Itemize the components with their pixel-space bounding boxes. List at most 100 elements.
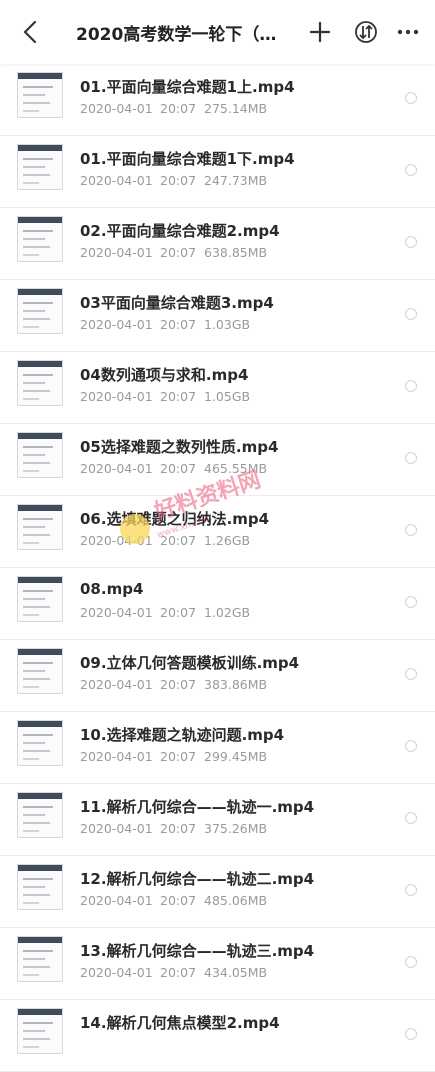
file-time: 20:07 bbox=[160, 389, 197, 404]
file-date: 2020-04-01 bbox=[80, 965, 153, 980]
select-checkbox[interactable] bbox=[405, 812, 417, 824]
file-name: 11.解析几何综合——轨迹一.mp4 bbox=[80, 798, 315, 816]
file-date: 2020-04-01 bbox=[80, 317, 153, 332]
file-date: 2020-04-01 bbox=[80, 821, 153, 836]
sort-button[interactable] bbox=[352, 18, 380, 46]
file-size: 1.03GB bbox=[204, 317, 251, 332]
file-time: 20:07 bbox=[160, 461, 197, 476]
select-checkbox[interactable] bbox=[405, 668, 417, 680]
select-checkbox[interactable] bbox=[405, 596, 417, 608]
file-time: 20:07 bbox=[160, 101, 197, 116]
folder-title: 2020高考数学一轮下（… bbox=[76, 25, 277, 45]
video-thumbnail bbox=[17, 72, 63, 118]
back-button[interactable] bbox=[14, 16, 46, 48]
file-row[interactable]: 10.选择难题之轨迹问题.mp4 2020-04-01 20:07 299.45… bbox=[0, 712, 435, 784]
file-time: 20:07 bbox=[160, 893, 197, 908]
select-checkbox[interactable] bbox=[405, 452, 417, 464]
file-size: 383.86MB bbox=[204, 677, 268, 692]
file-row[interactable]: 02.平面向量综合难题2.mp4 2020-04-01 20:07 638.85… bbox=[0, 208, 435, 280]
video-thumbnail bbox=[17, 432, 63, 478]
file-time: 20:07 bbox=[160, 245, 197, 260]
file-name: 09.立体几何答题模板训练.mp4 bbox=[80, 654, 300, 672]
file-name: 12.解析几何综合——轨迹二.mp4 bbox=[80, 870, 315, 888]
more-button[interactable] bbox=[394, 18, 422, 46]
file-row[interactable]: 03平面向量综合难题3.mp4 2020-04-01 20:07 1.03GB bbox=[0, 280, 435, 352]
file-date: 2020-04-01 bbox=[80, 749, 153, 764]
file-row[interactable]: 05选择难题之数列性质.mp4 2020-04-01 20:07 465.55M… bbox=[0, 424, 435, 496]
select-checkbox[interactable] bbox=[405, 1028, 417, 1040]
file-row[interactable]: 12.解析几何综合——轨迹二.mp4 2020-04-01 20:07 485.… bbox=[0, 856, 435, 928]
file-time: 20:07 bbox=[160, 317, 197, 332]
file-time: 20:07 bbox=[160, 605, 197, 620]
video-thumbnail bbox=[17, 288, 63, 334]
file-row[interactable]: 01.平面向量综合难题1上.mp4 2020-04-01 20:07 275.1… bbox=[0, 64, 435, 136]
file-size: 1.26GB bbox=[204, 533, 251, 548]
select-checkbox[interactable] bbox=[405, 740, 417, 752]
file-date: 2020-04-01 bbox=[80, 389, 153, 404]
file-size: 638.85MB bbox=[204, 245, 268, 260]
file-row[interactable]: 08.mp4 2020-04-01 20:07 1.02GB bbox=[0, 568, 435, 640]
file-name: 14.解析几何焦点模型2.mp4 bbox=[80, 1014, 280, 1032]
video-thumbnail bbox=[17, 936, 63, 982]
file-time: 20:07 bbox=[160, 965, 197, 980]
video-thumbnail bbox=[17, 864, 63, 910]
file-name: 13.解析几何综合——轨迹三.mp4 bbox=[80, 942, 315, 960]
file-name: 08.mp4 bbox=[80, 580, 144, 598]
file-time: 20:07 bbox=[160, 533, 197, 548]
file-name: 06.选填难题之归纳法.mp4 bbox=[80, 510, 270, 528]
file-row[interactable]: 06.选填难题之归纳法.mp4 2020-04-01 20:07 1.26GB bbox=[0, 496, 435, 568]
file-date: 2020-04-01 bbox=[80, 173, 153, 188]
file-date: 2020-04-01 bbox=[80, 605, 153, 620]
video-thumbnail bbox=[17, 720, 63, 766]
file-time: 20:07 bbox=[160, 821, 197, 836]
file-date: 2020-04-01 bbox=[80, 461, 153, 476]
video-thumbnail bbox=[17, 360, 63, 406]
file-row[interactable]: 11.解析几何综合——轨迹一.mp4 2020-04-01 20:07 375.… bbox=[0, 784, 435, 856]
file-date: 2020-04-01 bbox=[80, 101, 153, 116]
file-size: 299.45MB bbox=[204, 749, 268, 764]
file-row[interactable]: 09.立体几何答题模板训练.mp4 2020-04-01 20:07 383.8… bbox=[0, 640, 435, 712]
plus-icon bbox=[309, 21, 331, 43]
select-checkbox[interactable] bbox=[405, 956, 417, 968]
file-date: 2020-04-01 bbox=[80, 677, 153, 692]
file-name: 04数列通项与求和.mp4 bbox=[80, 366, 249, 384]
file-name: 05选择难题之数列性质.mp4 bbox=[80, 438, 279, 456]
video-thumbnail bbox=[17, 576, 63, 622]
file-list: 01.平面向量综合难题1上.mp4 2020-04-01 20:07 275.1… bbox=[0, 64, 435, 1072]
file-size: 247.73MB bbox=[204, 173, 268, 188]
file-row[interactable]: 13.解析几何综合——轨迹三.mp4 2020-04-01 20:07 434.… bbox=[0, 928, 435, 1000]
file-row[interactable]: 14.解析几何焦点模型2.mp4 bbox=[0, 1000, 435, 1072]
file-size: 375.26MB bbox=[204, 821, 268, 836]
file-size: 1.02GB bbox=[204, 605, 251, 620]
video-thumbnail bbox=[17, 792, 63, 838]
file-size: 465.55MB bbox=[204, 461, 268, 476]
select-checkbox[interactable] bbox=[405, 524, 417, 536]
file-name: 01.平面向量综合难题1上.mp4 bbox=[80, 78, 295, 96]
top-bar: 2020高考数学一轮下（… bbox=[0, 0, 435, 64]
file-time: 20:07 bbox=[160, 677, 197, 692]
select-checkbox[interactable] bbox=[405, 164, 417, 176]
file-size: 275.14MB bbox=[204, 101, 268, 116]
file-name: 01.平面向量综合难题1下.mp4 bbox=[80, 150, 295, 168]
file-size: 434.05MB bbox=[204, 965, 268, 980]
file-row[interactable]: 01.平面向量综合难题1下.mp4 2020-04-01 20:07 247.7… bbox=[0, 136, 435, 208]
file-name: 02.平面向量综合难题2.mp4 bbox=[80, 222, 280, 240]
file-name: 10.选择难题之轨迹问题.mp4 bbox=[80, 726, 285, 744]
file-date: 2020-04-01 bbox=[80, 893, 153, 908]
file-name: 03平面向量综合难题3.mp4 bbox=[80, 294, 274, 312]
add-button[interactable] bbox=[306, 18, 334, 46]
video-thumbnail bbox=[17, 216, 63, 262]
select-checkbox[interactable] bbox=[405, 92, 417, 104]
file-size: 1.05GB bbox=[204, 389, 251, 404]
video-thumbnail bbox=[17, 1008, 63, 1054]
select-checkbox[interactable] bbox=[405, 884, 417, 896]
select-checkbox[interactable] bbox=[405, 308, 417, 320]
select-checkbox[interactable] bbox=[405, 236, 417, 248]
file-date: 2020-04-01 bbox=[80, 245, 153, 260]
sort-toggle-icon bbox=[355, 21, 377, 43]
video-thumbnail bbox=[17, 504, 63, 550]
select-checkbox[interactable] bbox=[405, 380, 417, 392]
video-thumbnail bbox=[17, 144, 63, 190]
file-row[interactable]: 04数列通项与求和.mp4 2020-04-01 20:07 1.05GB bbox=[0, 352, 435, 424]
video-thumbnail bbox=[17, 648, 63, 694]
